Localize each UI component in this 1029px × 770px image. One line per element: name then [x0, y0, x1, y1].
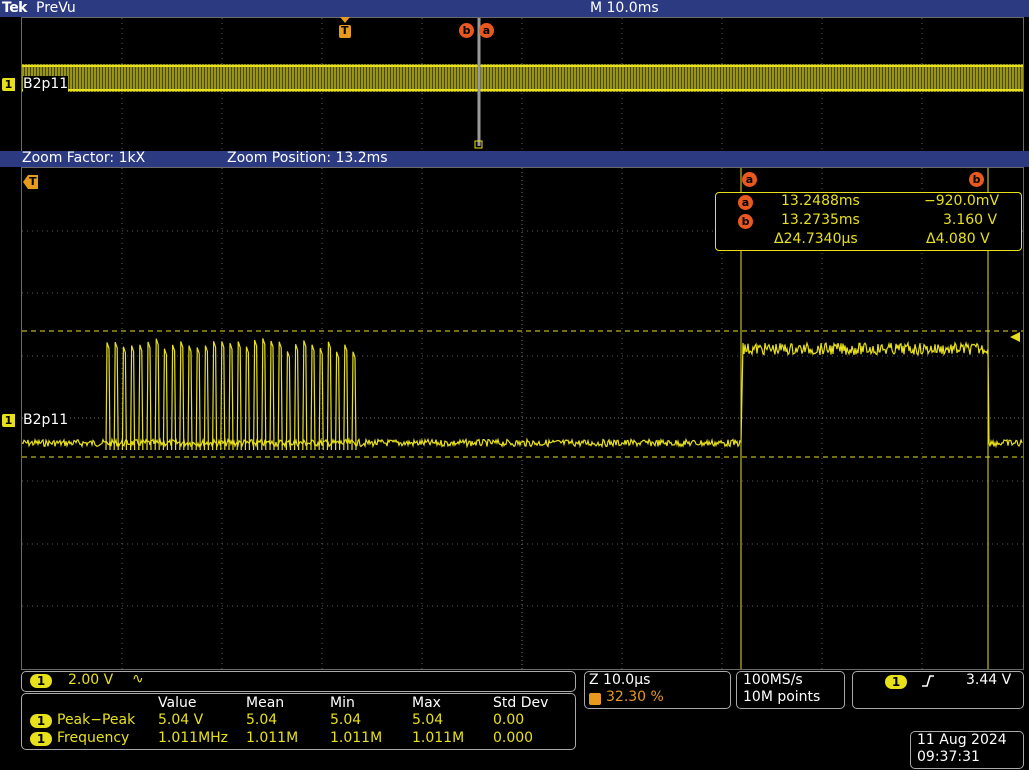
high-level-trace: [740, 340, 1023, 449]
meas-header-min: Min: [330, 695, 355, 711]
record-length: 10M points: [743, 689, 821, 705]
vertical-channel-badge: 1: [30, 674, 52, 688]
brand-logo: Tek: [2, 0, 28, 16]
zoom-factor[interactable]: Zoom Factor: 1kX: [22, 150, 145, 166]
meas-row2-max: 1.011M: [412, 730, 465, 746]
meas-row2-mean: 1.011M: [246, 730, 299, 746]
measurements-panel[interactable]: Value Mean Min Max Std Dev 1 Peak−Peak 5…: [21, 693, 576, 750]
cursor-b-time: 13.2735ms: [781, 212, 860, 228]
channel-1-ground-marker-zoom[interactable]: 1: [2, 414, 15, 427]
vertical-settings-panel[interactable]: 1 2.00 V ∿: [21, 671, 576, 692]
cursor-a-readout-icon: a: [738, 195, 753, 210]
cursor-a-value: −920.0mV: [924, 193, 1000, 209]
baseline-trace: [22, 437, 741, 449]
cursor-delta-time: Δ24.7340µs: [774, 231, 858, 247]
zoom-channel-label: B2p11: [23, 412, 69, 428]
cursor-b-marker-top[interactable]: b: [459, 23, 474, 38]
trigger-position-marker[interactable]: T: [338, 17, 352, 39]
cursor-b-readout-icon: b: [738, 214, 753, 229]
zoom-scale: Z 10.0µs: [589, 672, 651, 688]
rising-edge-icon: [921, 674, 935, 692]
date-display: 11 Aug 2024: [917, 732, 1007, 748]
meas-row2-min: 1.011M: [330, 730, 383, 746]
meas-row1-channel: 1: [30, 714, 52, 728]
trigger-source-badge: 1: [885, 675, 907, 689]
trigger-level-arrow-icon[interactable]: [1010, 330, 1022, 346]
meas-header-mean: Mean: [246, 695, 285, 711]
meas-row1-max: 5.04: [412, 712, 444, 728]
meas-row2-stddev: 0.000: [493, 730, 534, 746]
main-timebase[interactable]: M 10.0ms: [590, 0, 659, 16]
sample-rate: 100MS/s: [743, 672, 803, 688]
meas-header-max: Max: [412, 695, 441, 711]
trigger-position-percent: 32.30 %: [606, 689, 664, 705]
pulse-burst-trace: [105, 338, 357, 451]
overview-channel-label: B2p11: [23, 76, 69, 92]
channel-1-ground-marker[interactable]: 1: [2, 78, 15, 91]
meas-row1-name: Peak−Peak: [57, 712, 136, 728]
meas-row1-mean: 5.04: [246, 712, 278, 728]
meas-row1-stddev: 0.00: [493, 712, 525, 728]
cursor-a-marker[interactable]: a: [742, 172, 757, 187]
trigger-marker-label: T: [341, 24, 349, 37]
cursor-a-marker-top[interactable]: a: [479, 23, 494, 38]
trigger-position-icon: [589, 693, 601, 705]
trigger-level: 3.44 V: [966, 672, 1012, 688]
acquisition-mode: PreVu: [36, 0, 76, 16]
meas-header-value: Value: [158, 695, 197, 711]
meas-row2-value: 1.011MHz: [158, 730, 229, 746]
meas-header-stddev: Std Dev: [493, 695, 549, 711]
time-display: 09:37:31: [917, 749, 980, 765]
overview-trace-svg: [22, 18, 1023, 151]
meas-row1-min: 5.04: [330, 712, 362, 728]
cursor-readout-panel[interactable]: a 13.2488ms −920.0mV b 13.2735ms 3.160 V…: [715, 192, 1022, 251]
meas-row2-name: Frequency: [57, 730, 130, 746]
datetime-panel: 11 Aug 2024 09:37:31: [910, 731, 1024, 769]
meas-row2-channel: 1: [30, 732, 52, 746]
coupling-ac-icon: ∿: [132, 671, 144, 687]
vertical-scale: 2.00 V: [68, 672, 114, 688]
cursor-b-value: 3.160 V: [943, 212, 998, 228]
meas-row1-value: 5.04 V: [158, 712, 204, 728]
cursor-a-time: 13.2488ms: [781, 193, 860, 209]
trigger-off-screen-label: T: [29, 175, 37, 188]
cursor-delta-value: Δ4.080 V: [926, 231, 990, 247]
overview-waveform-display[interactable]: [21, 17, 1024, 152]
horizontal-zoom-panel[interactable]: Z 10.0µs 32.30 %: [584, 671, 731, 709]
zoom-info-bar: [0, 151, 1029, 167]
trigger-off-screen-marker: T: [23, 175, 39, 193]
acquisition-panel[interactable]: 100MS/s 10M points: [736, 671, 845, 709]
zoom-position[interactable]: Zoom Position: 13.2ms: [227, 150, 388, 166]
cursor-b-marker[interactable]: b: [969, 172, 984, 187]
top-status-bar: [0, 0, 1029, 17]
trigger-panel[interactable]: 1 3.44 V: [852, 671, 1024, 709]
